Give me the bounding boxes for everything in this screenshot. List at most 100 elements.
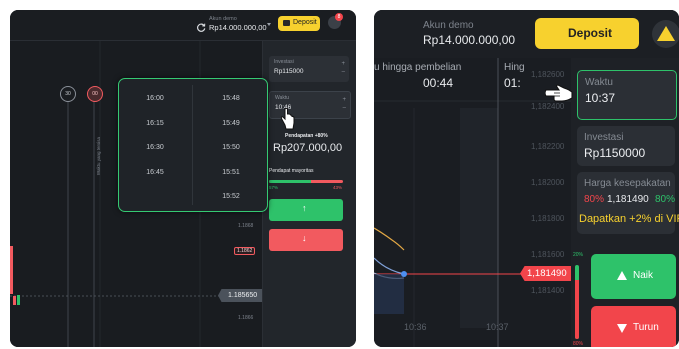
time-option[interactable]: 15:52 [195, 185, 267, 210]
deal-left-pct: 80% [584, 194, 605, 205]
right-chart-area[interactable]: u hingga pembelian 00:44 Hing 01: 10:36 … [374, 58, 571, 347]
deal-price-value: 1,181490 [607, 194, 649, 205]
investment-label: Investasi [274, 59, 294, 65]
investment-value: Rp1150000 [584, 146, 646, 160]
profile-avatar[interactable] [652, 20, 679, 48]
price-tag-red: 1.1862 [234, 247, 256, 255]
time-picker-popup: 16:00 16:15 16:30 16:45 15:48 15:49 15:5… [118, 78, 268, 212]
deal-right-pct: 80% [655, 194, 676, 205]
price-axis-tick: 1,182200 [531, 142, 565, 151]
sentiment-right-pct: 43% [333, 185, 343, 190]
right-trade-panel: Waktu 10:37 Investasi Rp1150000 Harga ke… [571, 58, 679, 347]
right-screenshot: Akun demo Rp14.000.000,00 Deposit u hing… [374, 10, 679, 347]
current-price-label: 1.185650 [218, 289, 262, 302]
time-axis-tick: 10:37 [486, 322, 509, 332]
timeline-marker-purchase[interactable]: 00 [87, 86, 103, 102]
candle-red [13, 296, 16, 305]
arrow-up-icon: ↑ [302, 203, 307, 213]
sentiment-bar [269, 180, 343, 183]
time-field[interactable]: Waktu 10:37 [577, 70, 677, 120]
investment-field[interactable]: Investasi Rp1150000 [577, 126, 675, 166]
stepper-icon[interactable]: + – [342, 96, 346, 112]
time-axis-tick: 10:36 [404, 322, 427, 332]
time-label: Waktu [275, 95, 289, 101]
current-price-value: 1.185650 [228, 292, 258, 299]
right-top-bar: Akun demo Rp14.000.000,00 Deposit [374, 10, 679, 58]
pointing-hand-icon [544, 82, 573, 109]
current-price-dot [401, 271, 407, 277]
down-label: Turun [633, 322, 659, 333]
down-button[interactable]: ↓ [269, 229, 343, 251]
candle-red [10, 246, 13, 294]
popup-divider [192, 85, 193, 205]
account-balance[interactable]: Rp14.000.000,00 [423, 33, 515, 47]
sentiment-label: Pendapat mayoritas [269, 168, 314, 174]
time-option[interactable]: 15:49 [195, 112, 267, 137]
price-axis-tick: 1,181600 [531, 250, 565, 259]
deposit-button[interactable]: Deposit [278, 16, 320, 31]
time-option[interactable]: 16:15 [119, 112, 191, 137]
refresh-icon[interactable] [197, 19, 206, 32]
sentiment-left-pct: 57% [269, 185, 279, 190]
left-top-bar: Akun demo Rp14.000.000,00 Deposit 8 [10, 10, 356, 41]
payout-value: Rp207.000,00 [273, 142, 343, 154]
up-button[interactable]: ↑ [269, 199, 343, 221]
left-screenshot: Akun demo Rp14.000.000,00 Deposit 8 30 0… [10, 10, 356, 347]
account-balance[interactable]: Rp14.000.000,00 [209, 23, 267, 32]
price-axis-tick: 1,181800 [531, 214, 565, 223]
triangle-down-icon [617, 324, 627, 333]
price-line-mid [374, 257, 405, 275]
deal-price-label: Harga kesepakatan [584, 178, 671, 189]
price-axis-tick: 1,181400 [531, 286, 565, 295]
investment-field[interactable]: Investasi Rp115000 + – [269, 56, 349, 82]
candle-green [17, 295, 20, 305]
time-options-column-left: 16:00 16:15 16:30 16:45 [119, 87, 191, 219]
time-label: Waktu [585, 77, 613, 88]
arrow-down-icon: ↓ [302, 233, 307, 243]
current-price-value: 1,181490 [527, 268, 567, 279]
deposit-label: Deposit [293, 19, 317, 26]
timeline-vertical-label: Waktu yang tersisa [96, 137, 101, 176]
stepper-icon[interactable]: + – [341, 60, 345, 76]
time-option[interactable]: 16:45 [119, 161, 191, 186]
investment-value: Rp115000 [274, 68, 304, 75]
hand-cursor-icon [280, 107, 296, 135]
up-button[interactable]: Naik [591, 254, 676, 299]
timeline-marker-expiry[interactable]: 30 [60, 86, 76, 102]
chevron-down-icon[interactable] [267, 23, 271, 26]
sentiment-vertical-bar [575, 265, 579, 339]
bar-bottom-pct: 80% [573, 341, 584, 347]
vip-bonus-text[interactable]: Dapatkan +2% di VIP [579, 213, 679, 225]
investment-label: Investasi [584, 132, 624, 143]
sentiment-vertical-fill [575, 279, 579, 339]
price-tick: 1.1866 [238, 315, 254, 321]
time-option[interactable]: 16:00 [119, 87, 191, 112]
wallet-icon [283, 20, 290, 26]
time-option[interactable]: 15:51 [195, 161, 267, 186]
deposit-button[interactable]: Deposit [535, 18, 639, 49]
sentiment-bar-fill [269, 180, 312, 183]
current-price-label: 1,181490 [520, 266, 571, 281]
chart-highlight-band [460, 108, 498, 328]
time-option[interactable]: 15:48 [195, 87, 267, 112]
bar-top-pct: 20% [573, 252, 584, 258]
time-value: 10:37 [585, 91, 616, 105]
time-option[interactable]: 16:30 [119, 136, 191, 161]
time-option[interactable]: 15:50 [195, 136, 267, 161]
price-axis-tick: 1,182000 [531, 178, 565, 187]
triangle-up-icon [617, 271, 627, 280]
price-axis-tick: 1,182600 [531, 70, 565, 79]
vip-triangle-icon [657, 26, 675, 41]
notification-badge: 8 [335, 13, 343, 21]
deposit-label: Deposit [568, 26, 613, 40]
deal-price-box: Harga kesepakatan 80% 1,181490 80% Dapat… [577, 172, 679, 234]
profile-avatar[interactable]: 8 [328, 13, 343, 29]
account-type-label: Akun demo [423, 20, 474, 31]
down-button[interactable]: Turun [591, 306, 676, 347]
account-type-label: Akun demo [209, 16, 237, 22]
price-tick: 1.1868 [238, 223, 254, 229]
time-options-column-right: 15:48 15:49 15:50 15:51 15:52 [195, 87, 267, 219]
price-line-upper [374, 227, 405, 251]
up-label: Naik [633, 270, 654, 281]
price-area [374, 274, 404, 314]
